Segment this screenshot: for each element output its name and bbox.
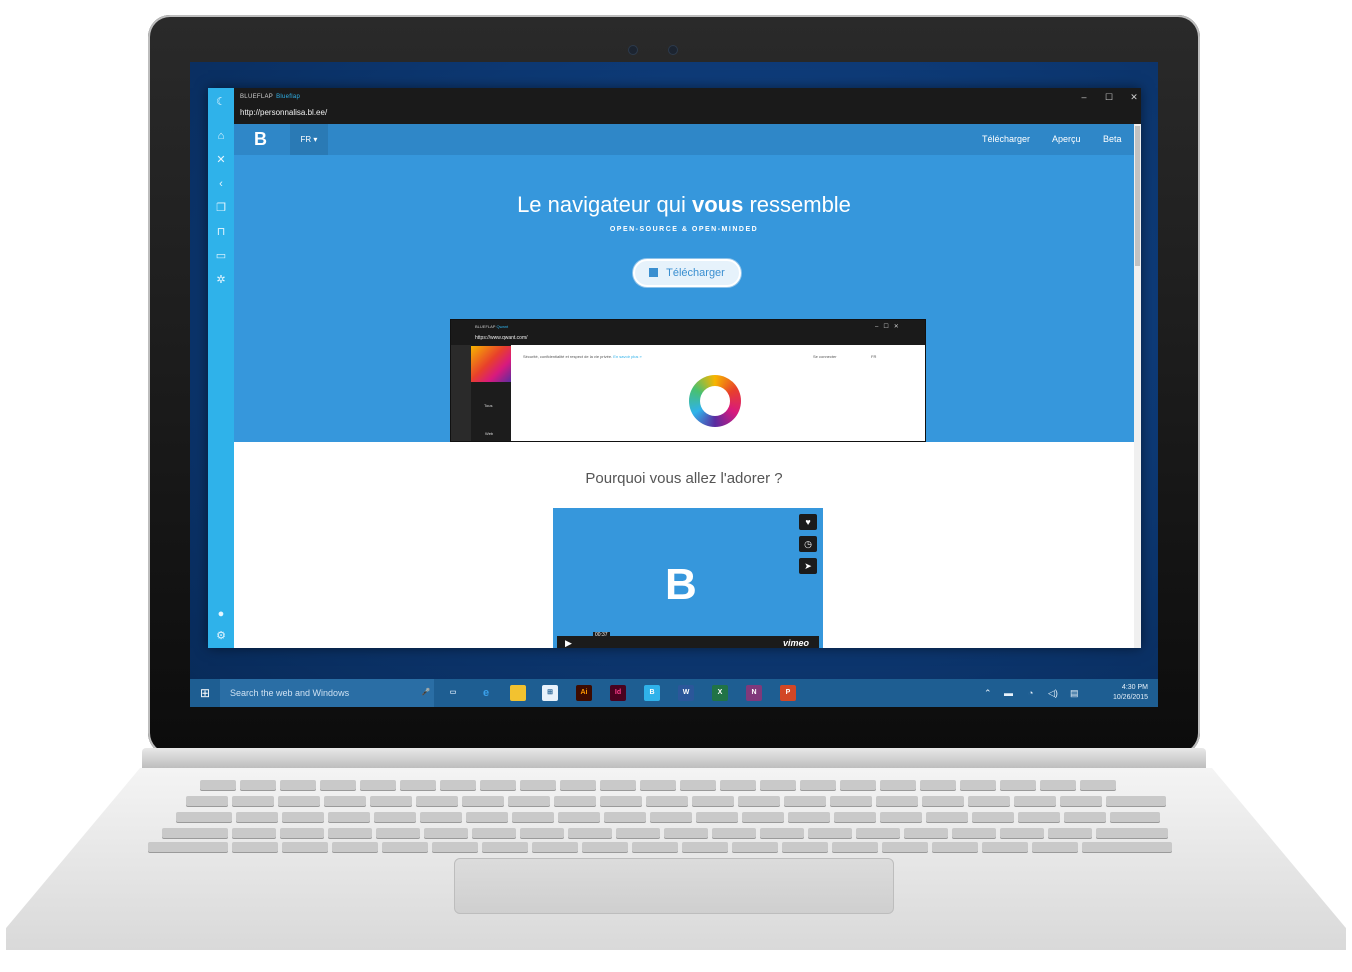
battery-icon[interactable]: ▬ (1004, 679, 1013, 707)
camera-sensor (628, 45, 638, 55)
illustrator-icon[interactable]: Ai (576, 685, 592, 701)
close-button[interactable]: ✕ (1127, 92, 1141, 103)
nav-beta[interactable]: Beta (1103, 124, 1122, 155)
word-icon[interactable]: W (678, 685, 694, 701)
maximize-button[interactable]: ☐ (1102, 92, 1116, 103)
vimeo-logo[interactable]: vimeo (783, 636, 809, 648)
preview-notice: Sécurité, confidentialité et respect de … (523, 354, 642, 359)
taskbar-search[interactable]: Search the web and Windows (220, 679, 434, 707)
store-icon[interactable]: ⊞ (542, 685, 558, 701)
title-bar: BLUEFLAP Blueflap http://personnalisa.bl.… (234, 88, 1141, 124)
gear-icon[interactable]: ⚙ (213, 628, 229, 644)
heart-icon[interactable]: ♥ (799, 514, 817, 530)
taskbar: ⊞ Search the web and Windows 🎤 ▭ e ⊞ Ai … (190, 679, 1158, 707)
windows-start-icon[interactable]: ⊞ (190, 679, 220, 707)
microphone-icon[interactable]: 🎤 (418, 685, 434, 701)
blueflap-icon[interactable]: B (644, 685, 660, 701)
tabs-icon[interactable]: ❐ (213, 200, 229, 216)
browser-preview-screenshot: BLUEFLAP Qwant https://www.qwant.com/ – … (450, 319, 926, 442)
download-button-label: Télécharger (666, 267, 725, 279)
qwant-logo (471, 346, 511, 382)
clock-icon[interactable]: ◷ (799, 536, 817, 552)
close-icon[interactable]: ✕ (213, 152, 229, 168)
qwant-q-logo (689, 375, 741, 427)
preview-app-name: BLUEFLAP Qwant (475, 324, 509, 329)
lock-icon[interactable]: ⊓ (213, 224, 229, 240)
key-row (148, 842, 1172, 852)
clock-time: 4:30 PM (1121, 684, 1148, 691)
app-sub-label: Blueflap (276, 94, 301, 100)
laptop-scene: ☾ ⌂ ✕ ‹ ❐ ⊓ ▭ ✲ ● ⚙ BLUEFLAP Blueflap htt… (0, 0, 1352, 972)
key-row (176, 812, 1160, 822)
preview-tab-web: Web (485, 431, 494, 436)
play-icon[interactable]: ▶ (565, 636, 572, 648)
volume-icon[interactable]: ◁) (1048, 679, 1058, 707)
preview-lang: FR (871, 354, 877, 359)
powerpoint-icon[interactable]: P (780, 685, 796, 701)
browser-window: ☾ ⌂ ✕ ‹ ❐ ⊓ ▭ ✲ ● ⚙ BLUEFLAP Blueflap htt… (208, 88, 1141, 648)
address-bar[interactable]: http://personnalisa.bl.ee/ (240, 108, 327, 117)
taskbar-clock[interactable]: 4:30 PM 10/26/2015 (1113, 683, 1148, 703)
nav-preview[interactable]: Aperçu (1052, 124, 1081, 155)
extension-icon[interactable]: ✲ (213, 272, 229, 288)
preview-url: https://www.qwant.com/ (475, 335, 528, 341)
preview-window-controls: – ☐ ✕ (875, 324, 899, 330)
file-explorer-icon[interactable] (510, 685, 526, 701)
video-actions: ♥ ◷ ➤ (799, 514, 817, 580)
site-logo[interactable]: B (254, 130, 267, 148)
scrollbar-thumb[interactable] (1135, 126, 1140, 266)
chevron-up-icon[interactable]: ⌃ (984, 679, 992, 707)
app-name-label: BLUEFLAP (240, 94, 274, 100)
notes-icon[interactable]: ▭ (213, 248, 229, 264)
indesign-icon[interactable]: Id (610, 685, 626, 701)
site-nav: B FR ▾ Télécharger Aperçu Beta (234, 124, 1134, 155)
tagline: OPEN-SOURCE & OPEN-MINDED (609, 226, 759, 233)
video-controls[interactable]: ▶ vimeo (557, 636, 819, 648)
back-icon[interactable]: ‹ (213, 176, 229, 192)
desktop-screen: ☾ ⌂ ✕ ‹ ❐ ⊓ ▭ ✲ ● ⚙ BLUEFLAP Blueflap htt… (190, 62, 1158, 707)
browser-sidebar: ☾ ⌂ ✕ ‹ ❐ ⊓ ▭ ✲ ● ⚙ (208, 88, 234, 648)
page-title: Le navigateur qui vous ressemble (517, 192, 851, 217)
video-logo: B (665, 560, 697, 609)
key-row (200, 780, 1116, 790)
preview-signin: Se connecter (813, 354, 837, 359)
home-icon[interactable]: ⌂ (213, 128, 229, 144)
moon-icon[interactable]: ☾ (213, 94, 229, 110)
video-player[interactable]: ♥ ◷ ➤ B 00:37 ▶ vimeo (553, 508, 823, 648)
section-title: Pourquoi vous allez l'adorer ? (585, 470, 783, 487)
key-row (186, 796, 1166, 806)
web-content: B FR ▾ Télécharger Aperçu Beta Le naviga… (234, 124, 1141, 648)
badge-icon[interactable]: ● (213, 606, 229, 622)
scrollbar[interactable] (1134, 124, 1141, 648)
network-icon[interactable]: ◔ (1028, 679, 1033, 707)
hero-section: B FR ▾ Télécharger Aperçu Beta Le naviga… (234, 124, 1134, 442)
trackpad[interactable] (454, 858, 894, 914)
camera-lens (668, 45, 678, 55)
clock-date: 10/26/2015 (1112, 694, 1148, 701)
preview-sidebar (451, 345, 471, 441)
notifications-icon[interactable]: ▤ (1070, 679, 1079, 707)
share-icon[interactable]: ➤ (799, 558, 817, 574)
preview-tab-all: Tous (484, 403, 493, 408)
task-view-icon[interactable]: ▭ (445, 685, 461, 701)
excel-icon[interactable]: X (712, 685, 728, 701)
language-dropdown[interactable]: FR ▾ (290, 124, 328, 155)
windows-icon (649, 268, 659, 277)
key-row (162, 828, 1168, 838)
edge-icon[interactable]: e (478, 685, 494, 701)
download-button[interactable]: Télécharger (633, 259, 741, 287)
app-name: BLUEFLAP Blueflap (240, 94, 300, 100)
onenote-icon[interactable]: N (746, 685, 762, 701)
nav-download[interactable]: Télécharger (982, 124, 1030, 155)
preview-title-bar: BLUEFLAP Qwant https://www.qwant.com/ – … (451, 320, 925, 345)
minimize-button[interactable]: – (1077, 92, 1091, 102)
